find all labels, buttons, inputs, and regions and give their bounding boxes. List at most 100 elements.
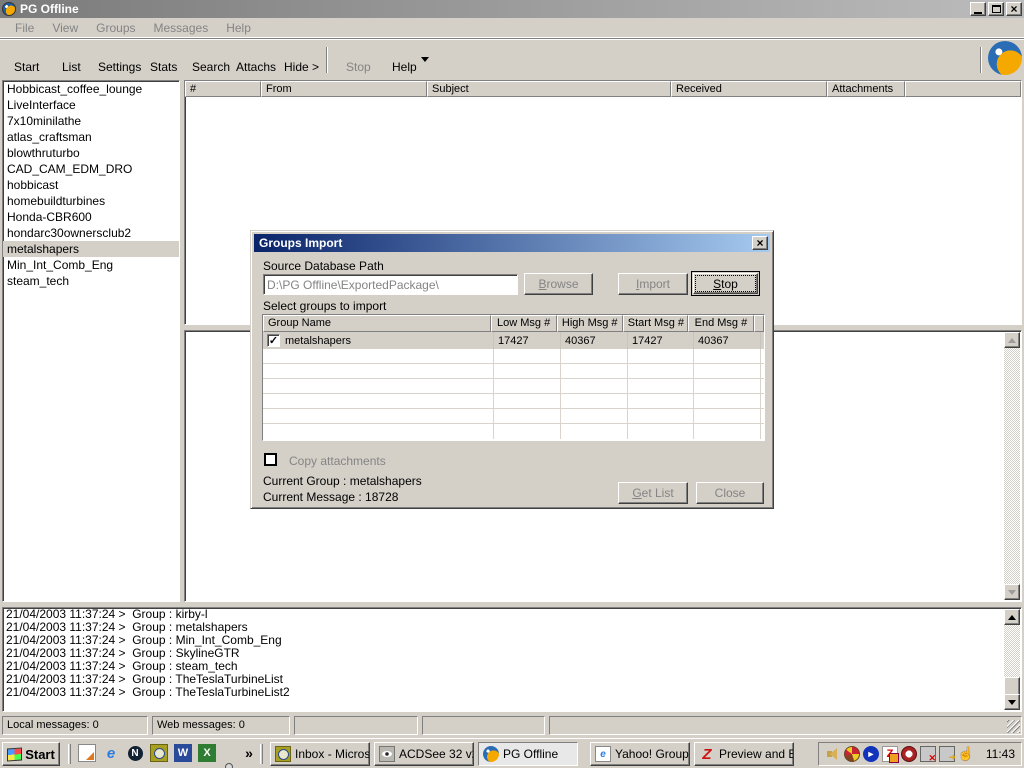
empty-row	[263, 379, 764, 394]
arrow-up-icon	[1008, 337, 1016, 343]
column-header-group-name[interactable]: Group Name	[263, 315, 491, 332]
task-label: Inbox - Micros...	[295, 747, 370, 761]
column-header-subject[interactable]: Subject	[427, 81, 671, 97]
log-scroll-up-button[interactable]	[1004, 609, 1020, 625]
tasks-handle[interactable]	[260, 744, 263, 764]
stop-label: S	[713, 276, 722, 291]
group-item[interactable]: atlas_craftsman	[3, 129, 179, 145]
task-label: ACDSee 32 v2...	[399, 747, 473, 761]
task-button-inbox[interactable]: Inbox - Micros...	[270, 742, 370, 766]
quicklaunch-overflow-chevron[interactable]: »	[242, 744, 256, 762]
group-item[interactable]: Honda-CBR600	[3, 209, 179, 225]
toolbar-settings-button[interactable]: Settings	[92, 57, 147, 77]
toolbar-hide-button[interactable]: Hide >	[278, 57, 325, 77]
import-button: Import	[618, 273, 688, 295]
task-button-pg-offline[interactable]: PG Offline	[478, 742, 578, 766]
network-activity-icon[interactable]	[939, 746, 956, 763]
zonealarm-icon[interactable]: Z	[882, 746, 899, 763]
menu-groups[interactable]: Groups	[87, 19, 144, 37]
toolbar-start-button[interactable]: Start	[8, 57, 45, 77]
menu-file[interactable]: File	[6, 19, 43, 37]
column-header-from[interactable]: From	[261, 81, 427, 97]
column-header-end-msg[interactable]: End Msg #	[687, 315, 754, 332]
stop-button[interactable]: Stop	[691, 271, 760, 296]
start-msg-cell: 17427	[628, 332, 694, 349]
stopwatch-icon[interactable]	[901, 746, 917, 762]
quicklaunch-handle[interactable]	[68, 744, 71, 764]
compose-mail-icon[interactable]	[78, 744, 96, 762]
group-item[interactable]: blowthruturbo	[3, 145, 179, 161]
log-scrollbar[interactable]	[1004, 609, 1020, 710]
group-item[interactable]: hondarc30ownersclub2	[3, 225, 179, 241]
empty-row	[263, 424, 764, 439]
column-header-attachments[interactable]: Attachments	[827, 81, 905, 97]
toolbar-stats-button[interactable]: Stats	[144, 57, 183, 77]
app-title-bar[interactable]: PG Offline ×	[0, 0, 1024, 18]
group-checkbox-checked[interactable]: ✓	[267, 334, 280, 347]
group-item-selected[interactable]: metalshapers	[3, 241, 179, 257]
menu-help[interactable]: Help	[217, 19, 260, 37]
start-button[interactable]: Start	[2, 742, 60, 766]
dialog-close-button[interactable]: ×	[752, 236, 768, 250]
resize-grip[interactable]	[1007, 720, 1020, 733]
toolbar-help-button[interactable]: Help	[386, 57, 423, 77]
group-item[interactable]: steam_tech	[3, 273, 179, 289]
media-player-icon[interactable]: ►	[863, 746, 879, 762]
column-header-start-msg[interactable]: Start Msg #	[622, 315, 688, 332]
color-wheel-icon[interactable]	[844, 746, 860, 762]
dialog-title-bar[interactable]: Groups Import ×	[254, 234, 770, 252]
internet-explorer-icon[interactable]: e	[102, 744, 120, 762]
system-tray: ► Z ☝ 11:43	[818, 742, 1022, 766]
group-item[interactable]: CAD_CAM_EDM_DRO	[3, 161, 179, 177]
empty-row	[263, 364, 764, 379]
network-disconnected-icon[interactable]	[920, 746, 936, 764]
taskbar-clock[interactable]: 11:43	[986, 747, 1015, 761]
preview-scrollbar[interactable]	[1004, 332, 1020, 600]
person-icon[interactable]	[220, 762, 238, 768]
volume-icon[interactable]	[825, 746, 841, 762]
group-item[interactable]: 7x10minilathe	[3, 113, 179, 129]
group-item[interactable]: homebuildturbines	[3, 193, 179, 209]
toolbar-stop-button: Stop	[346, 60, 371, 74]
low-msg-cell: 17427	[494, 332, 561, 349]
close-icon: ×	[1010, 2, 1018, 16]
hand-pointer-icon[interactable]: ☝	[958, 746, 974, 762]
log-scroll-down-button[interactable]	[1004, 694, 1020, 710]
copy-attachments-checkbox[interactable]	[264, 453, 277, 466]
preview-scrollbar-track[interactable]	[1004, 332, 1020, 600]
column-header-low-msg[interactable]: Low Msg #	[490, 315, 557, 332]
task-label: Yahoo! Group...	[615, 747, 689, 761]
group-item[interactable]: hobbicast	[3, 177, 179, 193]
maximize-button[interactable]	[988, 2, 1004, 16]
toolbar-list-button[interactable]: List	[56, 57, 87, 77]
get-list-label: G	[632, 486, 642, 500]
toolbar-dropdown-arrow-icon[interactable]	[421, 57, 429, 62]
excel-icon[interactable]: X	[198, 744, 216, 762]
groups-table-header: Group Name Low Msg # High Msg # Start Ms…	[263, 315, 764, 332]
close-button[interactable]: ×	[1006, 2, 1022, 16]
column-header-received[interactable]: Received	[671, 81, 827, 97]
pg-offline-logo-icon	[988, 41, 1022, 75]
menu-view[interactable]: View	[43, 19, 87, 37]
column-header-filler	[754, 315, 764, 332]
toolbar-search-button[interactable]: Search	[186, 57, 236, 77]
column-header-high-msg[interactable]: High Msg #	[556, 315, 623, 332]
stop-label-rest: top	[721, 276, 738, 291]
task-button-acdsee[interactable]: ACDSee 32 v2...	[374, 742, 474, 766]
column-header-number[interactable]: #	[185, 81, 261, 97]
source-path-input[interactable]	[263, 274, 518, 295]
group-item[interactable]: Min_Int_Comb_Eng	[3, 257, 179, 273]
web-page-icon: e	[595, 746, 611, 762]
word-icon[interactable]: W	[174, 744, 192, 762]
menu-messages[interactable]: Messages	[145, 19, 218, 37]
minimize-button[interactable]	[970, 2, 986, 16]
group-item[interactable]: Hobbicast_coffee_lounge	[3, 81, 179, 97]
end-msg-cell: 40367	[694, 332, 761, 349]
group-item[interactable]: LiveInterface	[3, 97, 179, 113]
toolbar-attachs-button[interactable]: Attachs	[230, 57, 282, 77]
netscape-icon[interactable]: N	[126, 744, 144, 762]
task-button-preview[interactable]: Z Preview and E...	[694, 742, 794, 766]
task-button-yahoo-groups[interactable]: e Yahoo! Group...	[590, 742, 690, 766]
group-row-metalshapers[interactable]: ✓ metalshapers 17427 40367 17427 40367	[263, 332, 764, 349]
outlook-icon[interactable]	[150, 744, 168, 762]
